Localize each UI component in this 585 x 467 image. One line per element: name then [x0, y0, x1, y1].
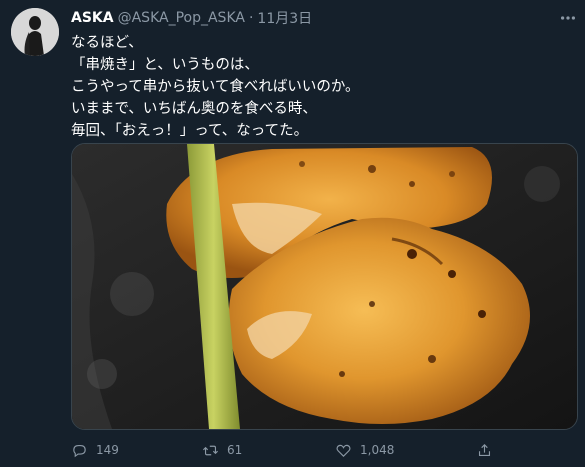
retweet-icon	[203, 445, 218, 455]
like-icon	[336, 444, 351, 457]
display-name[interactable]: ASKA	[71, 10, 114, 26]
share-icon	[478, 443, 491, 456]
like-button[interactable]: 1,048	[335, 440, 394, 460]
grilled-chicken-photo	[72, 144, 577, 429]
tweet-text: なるほど、 「串焼き」と、いうものは、 こうやって串から抜いて食べればいいのか。…	[71, 32, 571, 142]
tweet-date[interactable]: 11月3日	[257, 8, 312, 28]
tweet-actions: 149 61 1,048	[71, 440, 576, 460]
share-button[interactable]	[476, 440, 493, 460]
more-icon	[560, 16, 576, 20]
tweet-text-line: いままで、いちばん奥のを食べる時、	[71, 101, 317, 117]
tweet-photo[interactable]	[71, 143, 578, 430]
reply-count: 149	[96, 443, 119, 457]
tweet-text-line: 毎回、「おえっ！」って、なってた。	[71, 123, 309, 139]
retweet-button[interactable]: 61	[202, 440, 242, 460]
tweet-text-line: なるほど、	[71, 35, 143, 51]
retweet-count: 61	[227, 443, 243, 457]
tweet-text-line: こうやって串から抜いて食べればいいのか。	[71, 79, 360, 95]
reply-icon	[73, 444, 86, 457]
like-count: 1,048	[360, 443, 395, 457]
more-button[interactable]	[558, 8, 578, 28]
separator-dot: ·	[248, 10, 254, 26]
avatar-image	[11, 8, 59, 56]
tweet-text-line: 「串焼き」と、いうものは、	[71, 57, 259, 73]
user-handle[interactable]: @ASKA_Pop_ASKA	[118, 10, 245, 26]
avatar[interactable]	[11, 8, 59, 56]
reply-button[interactable]: 149	[71, 440, 119, 460]
tweet-header: ASKA @ASKA_Pop_ASKA · 11月3日	[71, 8, 312, 28]
